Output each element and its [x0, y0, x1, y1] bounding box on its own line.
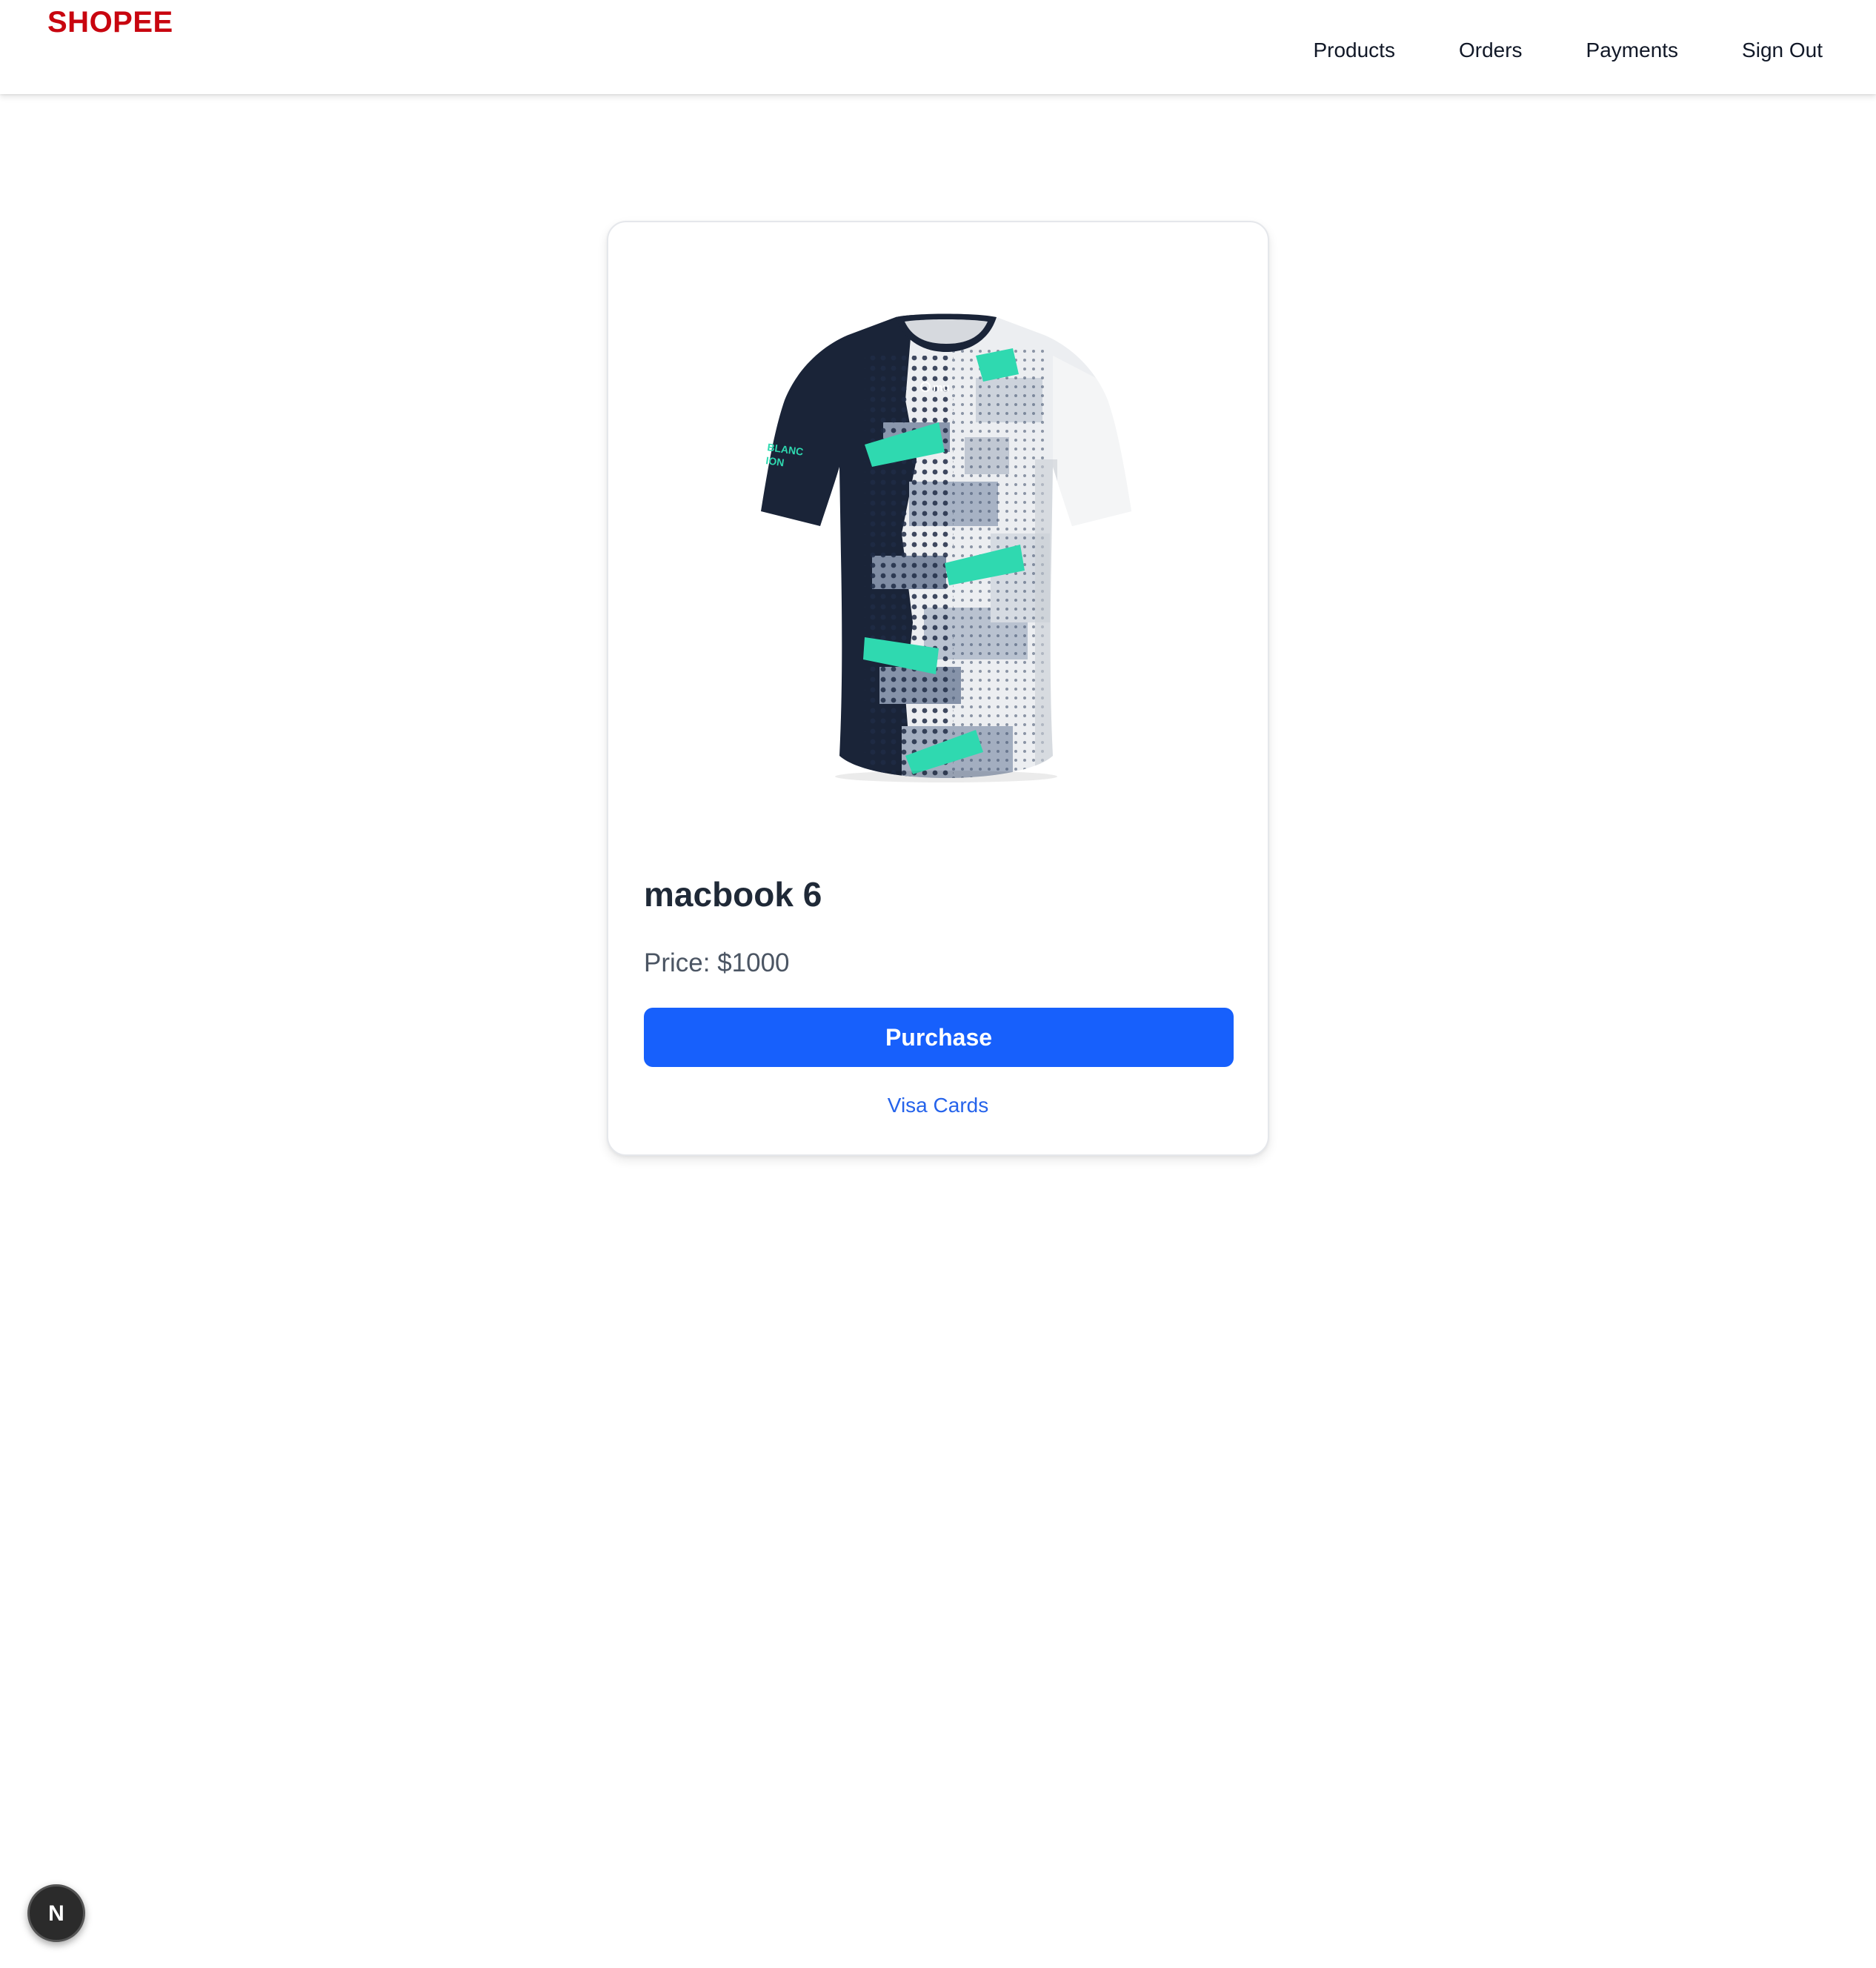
svg-text:N: N	[48, 1901, 64, 1926]
top-navbar: SHOPEE Products Orders Payments Sign Out	[0, 0, 1876, 94]
nav-item-orders[interactable]: Orders	[1459, 39, 1523, 62]
product-image: mu BLANC ION	[761, 313, 1131, 782]
nav-item-payments[interactable]: Payments	[1586, 39, 1679, 62]
nav-item-sign-out[interactable]: Sign Out	[1742, 39, 1823, 62]
nextjs-n-icon: N	[48, 1901, 64, 1926]
visa-cards-link[interactable]: Visa Cards	[608, 1094, 1268, 1117]
main-nav: Products Orders Payments Sign Out	[1313, 0, 1823, 101]
nextjs-devtools-button[interactable]: N	[27, 1884, 85, 1942]
jersey-logo-text: mu	[933, 382, 950, 394]
sleeve-text-2: ION	[765, 454, 785, 468]
product-price: Price: $1000	[644, 948, 790, 977]
nav-item-products[interactable]: Products	[1313, 39, 1395, 62]
purchase-button[interactable]: Purchase	[644, 1008, 1234, 1067]
product-card: mu BLANC ION macbook 6 Price: $1000 Purc…	[607, 221, 1269, 1156]
brand-logo[interactable]: SHOPEE	[47, 6, 173, 39]
product-title: macbook 6	[644, 875, 822, 914]
